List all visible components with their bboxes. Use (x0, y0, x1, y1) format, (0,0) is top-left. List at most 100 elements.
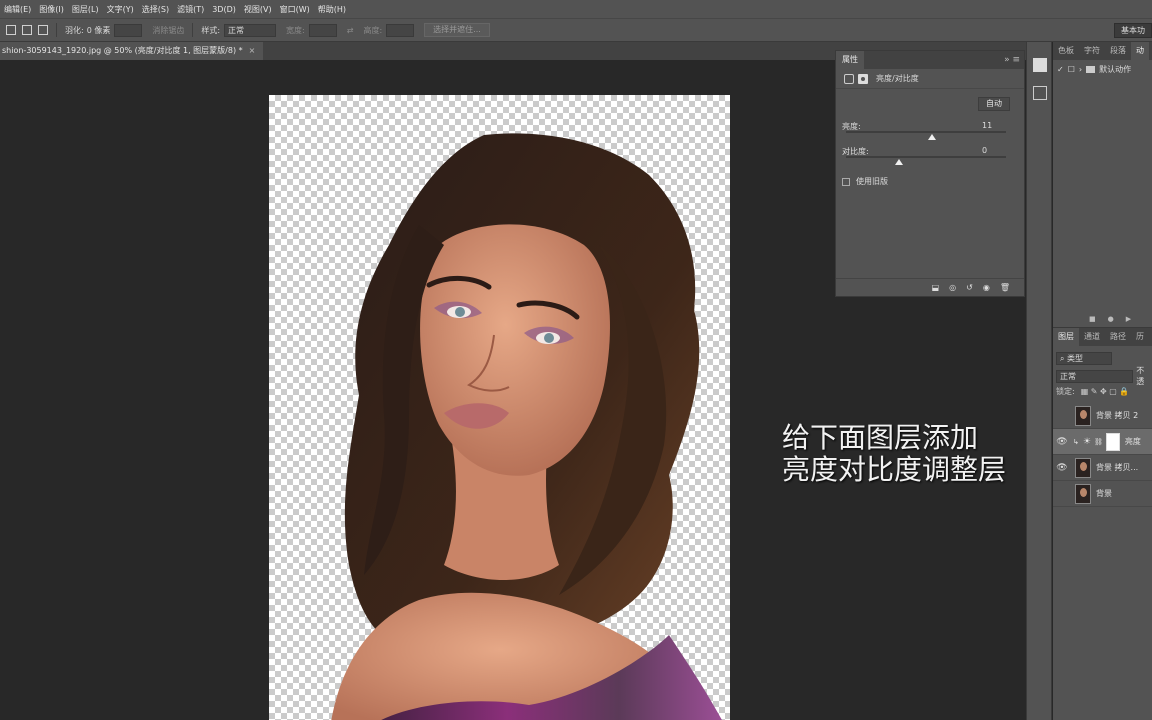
menu-help[interactable]: 帮助(H) (314, 4, 350, 15)
eye-icon[interactable]: 👁 (1053, 463, 1071, 473)
options-bar: 羽化: 0 像素 消除锯齿 样式: 正常 宽度: ⇄ 高度: 选择并遮住... … (0, 18, 1152, 42)
expand-icon[interactable]: › (1079, 65, 1082, 74)
workspace-switcher[interactable]: 基本功 (1114, 23, 1152, 38)
add-selection-icon[interactable] (22, 25, 32, 35)
tab-layers[interactable]: 图层 (1053, 328, 1079, 346)
close-window-button[interactable] (1134, 0, 1152, 18)
intersect-selection-icon[interactable] (38, 25, 48, 35)
panel-icon-strip (1026, 42, 1052, 720)
menu-view[interactable]: 视图(V) (240, 4, 276, 15)
close-tab-icon[interactable]: × (249, 46, 256, 55)
document-title: shion-3059143_1920.jpg @ 50% (亮度/对比度 1, … (2, 46, 243, 55)
clip-to-layer-icon[interactable]: ⬓ (932, 283, 940, 292)
delete-icon[interactable]: 🗑 (1000, 283, 1010, 292)
check-icon[interactable]: ✓ (1057, 65, 1064, 74)
use-legacy-label: 使用旧版 (856, 177, 888, 186)
maximize-button[interactable] (1116, 0, 1134, 18)
mask-icon[interactable] (858, 73, 868, 84)
reset-icon[interactable]: ↺ (966, 283, 973, 292)
use-legacy-option[interactable]: 使用旧版 (842, 176, 888, 187)
visibility-icon[interactable]: ◉ (983, 283, 990, 292)
minimize-button[interactable] (1098, 0, 1116, 18)
action-set-row[interactable]: ✓ ☐ › 默认动作 (1053, 62, 1152, 76)
contrast-slider-thumb[interactable] (895, 159, 904, 165)
face-shape (420, 224, 610, 476)
tab-paragraph[interactable]: 段落 (1105, 42, 1131, 60)
collapse-icon[interactable]: » (1004, 55, 1010, 65)
contrast-value[interactable]: 0 (982, 146, 987, 155)
brightness-slider[interactable] (846, 131, 1006, 133)
contrast-slider[interactable] (846, 156, 1006, 158)
caption-line-2: 亮度对比度调整层 (782, 453, 1007, 486)
height-input[interactable] (386, 23, 415, 37)
stop-icon[interactable]: ■ (1089, 315, 1096, 323)
tab-character[interactable]: 字符 (1079, 42, 1105, 60)
tab-actions[interactable]: 动 (1131, 42, 1149, 60)
record-icon[interactable]: ● (1108, 315, 1114, 323)
folder-icon (1086, 65, 1096, 73)
swap-icon[interactable]: ⇄ (347, 26, 354, 35)
feather-input[interactable]: 0 像素 (87, 25, 111, 36)
use-legacy-checkbox[interactable] (842, 177, 850, 186)
brightness-value[interactable]: 11 (982, 121, 992, 130)
play-icon[interactable]: ▶ (1126, 315, 1131, 323)
divider (192, 23, 194, 37)
properties-footer: ⬓ ◎ ↺ ◉ 🗑 (836, 278, 1024, 296)
layer-thumbnail (1075, 457, 1091, 478)
layer-row[interactable]: 背景 (1053, 481, 1152, 507)
menu-select[interactable]: 选择(S) (138, 4, 173, 15)
brightness-slider-thumb[interactable] (927, 134, 936, 140)
tab-paths[interactable]: 路径 (1105, 328, 1131, 346)
adjustment-sun-icon[interactable] (844, 73, 854, 84)
feather-label: 羽化: (65, 25, 84, 35)
right-iris (544, 333, 554, 343)
antialias-checkbox[interactable]: 消除锯齿 (152, 25, 184, 36)
lock-label: 锁定: (1056, 386, 1075, 396)
layer-row[interactable]: 背景 拷贝 2 (1053, 403, 1152, 429)
tab-channels[interactable]: 通道 (1079, 328, 1105, 346)
layer-name: 背景 拷贝 2 (1096, 411, 1139, 420)
blend-mode-select[interactable]: 正常 (1056, 369, 1134, 383)
menu-layer[interactable]: 图层(L) (68, 4, 103, 15)
search-icon: ⌕ (1060, 353, 1065, 363)
toggle-dialog-icon[interactable]: ☐ (1068, 65, 1075, 74)
layer-row[interactable]: 👁 背景 拷贝... (1053, 455, 1152, 481)
menu-image[interactable]: 图像(I) (35, 4, 68, 15)
properties-header: 属性 » ≡ (836, 51, 1024, 69)
portrait-image (331, 133, 722, 720)
layers-panel: 图层 通道 路径 历 ⌕ 类型 正常 不透 锁定: ▦ ✎ ✥ ▢ 🔒 背景 拷… (1053, 327, 1152, 720)
document-tab[interactable]: shion-3059143_1920.jpg @ 50% (亮度/对比度 1, … (0, 42, 264, 60)
feather-field[interactable] (114, 23, 143, 37)
document-canvas[interactable] (269, 95, 730, 720)
view-previous-icon[interactable]: ◎ (949, 283, 956, 292)
layer-comps-icon[interactable] (1033, 86, 1047, 100)
menu-type[interactable]: 文字(Y) (103, 4, 138, 15)
swatches-tab-bar: 色板 字符 段落 动 (1053, 42, 1152, 60)
panel-menu-icon[interactable]: » ≡ (1004, 51, 1020, 69)
style-select[interactable]: 正常 (224, 23, 277, 37)
tab-swatches[interactable]: 色板 (1053, 42, 1079, 60)
photoshop-window: 编辑(E) 图像(I) 图层(L) 文字(Y) 选择(S) 滤镜(T) 3D(D… (0, 0, 1152, 720)
menu-edit[interactable]: 编辑(E) (0, 4, 35, 15)
eye-icon[interactable]: 👁 (1053, 437, 1071, 447)
layer-filter-value: 类型 (1067, 353, 1084, 363)
lock-icons[interactable]: ▦ ✎ ✥ ▢ 🔒 (1081, 387, 1130, 396)
menu-filter[interactable]: 滤镜(T) (173, 4, 208, 15)
blend-row: 正常 不透 (1056, 366, 1152, 386)
layer-mask-thumbnail[interactable] (1105, 432, 1120, 451)
menu-window[interactable]: 窗口(W) (276, 4, 314, 15)
width-input[interactable] (308, 23, 337, 37)
opacity-label: 不透 (1136, 366, 1145, 386)
select-and-mask-button[interactable]: 选择并遮住... (424, 23, 490, 37)
auto-button[interactable]: 自动 (978, 97, 1010, 111)
menu-3d[interactable]: 3D(D) (208, 5, 240, 14)
chain-icon[interactable]: ⛓ (1094, 438, 1103, 446)
properties-panel-icon[interactable] (1033, 58, 1047, 72)
layer-row-selected[interactable]: 👁 ↳ ☀ ⛓ 亮度 (1053, 429, 1152, 455)
properties-tab[interactable]: 属性 (836, 51, 864, 69)
new-selection-icon[interactable] (6, 25, 16, 35)
tab-history[interactable]: 历 (1131, 328, 1149, 346)
layer-filter-select[interactable]: ⌕ 类型 (1056, 351, 1112, 365)
action-set-name: 默认动作 (1099, 64, 1132, 74)
width-label: 宽度: (286, 25, 305, 35)
